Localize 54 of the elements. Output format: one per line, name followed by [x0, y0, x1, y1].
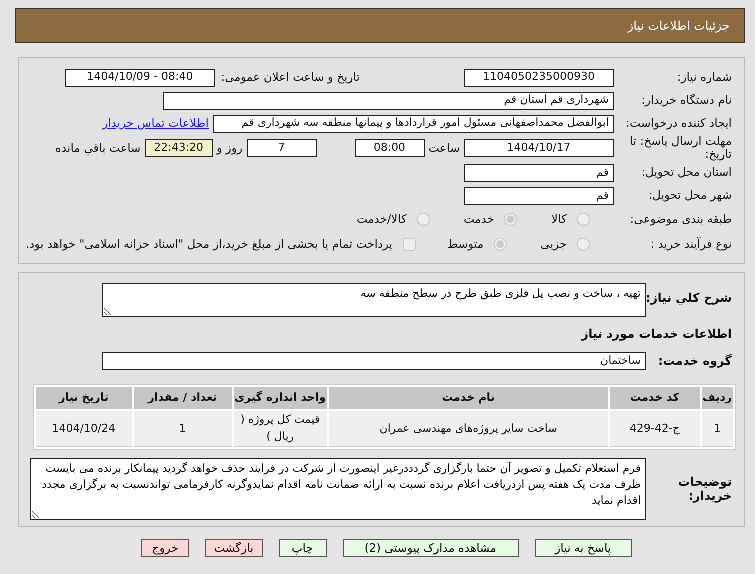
- field-label: شهر محل تحویل:: [648, 187, 733, 204]
- contact-link[interactable]: اطلاعات تماس خریدار: [102, 114, 209, 132]
- column-header: تاریخ نیاز: [36, 387, 132, 410]
- option-label: کالا/خدمت: [356, 211, 408, 228]
- header-title: جزئیات اطلاعات نیاز: [628, 18, 730, 34]
- checkbox-label: پرداخت تمام یا بخشی از مبلغ خرید،از محل "اسناد خزانه اسلامی" خواهد بود.: [24, 236, 394, 254]
- text-field[interactable]: ابوالفضل محمداصفهانی مسئول امور قراردادها و پیمانها منطقه سه شهرداری قم: [213, 114, 614, 132]
- field-label: تاریخ و ساعت اعلان عمومی:: [220, 68, 361, 86]
- text-field[interactable]: قم: [464, 186, 614, 205]
- table-cell: 1404/10/24: [36, 411, 132, 448]
- option-label: خدمت: [462, 211, 496, 228]
- text-field[interactable]: 1104050235000930: [464, 68, 614, 86]
- field-label: شرح کلي نیاز:: [646, 290, 733, 308]
- column-header: واحد اندازه گیری: [234, 387, 328, 410]
- text-field[interactable]: 1404/10/09 - 08:40: [65, 68, 216, 86]
- text-field[interactable]: 7: [246, 139, 317, 158]
- field-label: روز و: [215, 140, 244, 157]
- option-label: کالا: [550, 211, 568, 228]
- field-label: ایجاد کننده درخواست:: [625, 114, 733, 132]
- table-cell: قیمت کل پروژه ( ریال ): [234, 411, 328, 448]
- field-label: استان محل تحویل:: [640, 164, 733, 182]
- text-field[interactable]: ساختمان: [102, 352, 646, 370]
- option-label: متوسط: [446, 236, 485, 254]
- button[interactable]: چاپ: [278, 539, 327, 558]
- button[interactable]: بازگشت: [205, 539, 263, 558]
- field-label: گروه خدمت:: [657, 352, 733, 370]
- field-label: توضیحات خریدار:: [677, 475, 733, 504]
- button[interactable]: پاسخ به نیاز: [534, 539, 632, 558]
- date-field[interactable]: 1404/10/17: [464, 139, 614, 158]
- time-field[interactable]: 08:00: [354, 139, 425, 158]
- column-header: تعداد / مقدار: [134, 387, 232, 410]
- notes-field[interactable]: فرم استعلام تکمیل و تصویر آن حتما بارگزاری گردددرغیر اینصورت از شرکت در فرایند حذف خواهد گردید پیمانکار برنده می بایست ظرف مدت یک هفته پس ازدریافت اعلام برنده نسبت به ارائه ضمانت نامه اقدام نمایدوگرنه کارفرمامی تواندنسبت به برگزاری مجدد اقدام نماید: [30, 458, 646, 520]
- table-cell: 1: [134, 411, 232, 448]
- field-label: نام دستگاه خریدار:: [640, 92, 733, 109]
- button[interactable]: مشاهده مدارک پیوستی (2): [342, 539, 519, 558]
- column-header: نام خدمت: [329, 387, 608, 410]
- table-cell: ساخت سایر پروژه‌های مهندسی عمران: [329, 411, 608, 448]
- description-field[interactable]: تهیه ، ساخت و نصب پل فلزی طبق طرح در سطح منطقه سه: [102, 283, 646, 318]
- option-label: جزیی: [540, 236, 568, 254]
- column-header: ردیف: [702, 387, 733, 410]
- field-label: نوع فرآیند خرید :: [650, 236, 733, 254]
- text-field[interactable]: شهرداری قم استان قم: [163, 92, 614, 110]
- field-label: طبقه بندی موضوعی:: [629, 211, 733, 228]
- button[interactable]: خروج: [141, 539, 190, 558]
- table-cell: ج-42-429: [610, 411, 700, 448]
- column-header: کد خدمت: [610, 387, 700, 410]
- table-cell: 1: [702, 411, 733, 448]
- field-label: مهلت ارسال پاسخ: تا تاریخ:: [628, 135, 733, 162]
- text-field[interactable]: قم: [464, 164, 614, 182]
- field-label: ساعت باقي مانده: [54, 140, 142, 157]
- section-title: اطلاعات خدمات مورد نیاز: [580, 326, 733, 344]
- field-label: شماره نیاز:: [676, 68, 733, 86]
- countdown-field[interactable]: 22:43:20: [144, 139, 213, 158]
- field-label: ساعت: [428, 140, 461, 157]
